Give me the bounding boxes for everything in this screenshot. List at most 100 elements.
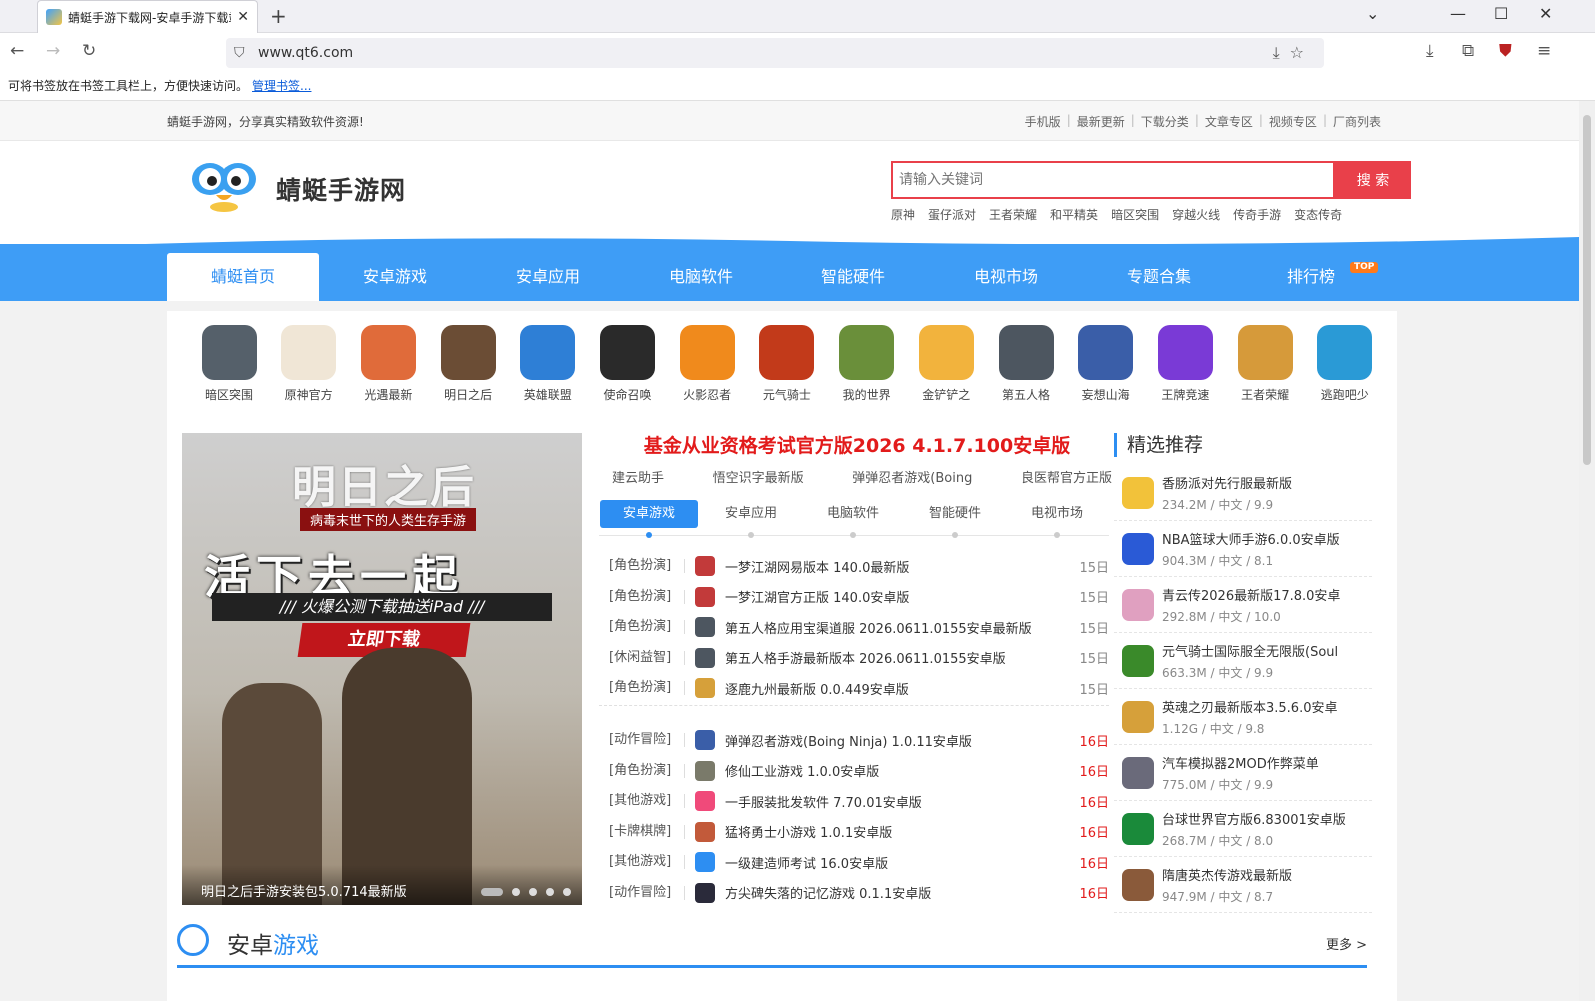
app-name[interactable]: 元气骑士 [747, 386, 827, 403]
app-name[interactable]: 使命召唤 [588, 386, 668, 403]
recommend-item-icon[interactable] [1122, 588, 1154, 621]
list-item-title[interactable]: 第五人格应用宝渠道服 2026.0611.0155安卓最新版 [725, 618, 1069, 637]
sub-link[interactable]: 建云助手 [612, 467, 664, 486]
nav-item-pc-software[interactable]: 电脑软件 [625, 253, 777, 301]
banner-caption[interactable]: 明日之后手游安装包5.0.714最新版 [201, 881, 407, 900]
list-item-title[interactable]: 一级建造师考试 16.0安卓版 [725, 853, 1069, 872]
tab-list-icon[interactable]: ⌄ [1366, 4, 1379, 23]
app-icon[interactable] [679, 325, 735, 380]
list-item-title[interactable]: 一梦江湖网易版本 140.0最新版 [725, 557, 1069, 576]
list-item[interactable]: [角色扮演] 一梦江湖官方正版 140.0安卓版 15日 [599, 582, 1109, 613]
hot-app-item[interactable]: 逃跑吧少 [1305, 325, 1385, 403]
tab-pc-software[interactable]: 电脑软件 [804, 500, 902, 528]
hot-app-item[interactable]: 王牌竞速 [1145, 325, 1225, 403]
recommend-item[interactable]: 元气骑士国际服全无限版(Soul 663.3M / 中文 / 9.9 [1114, 633, 1372, 689]
list-item-category[interactable]: [角色扮演] [599, 763, 685, 778]
recommend-item[interactable]: 隋唐英杰传游戏最新版 947.9M / 中文 / 8.7 [1114, 857, 1372, 913]
app-icon[interactable] [520, 325, 576, 380]
list-item-title[interactable]: 方尖碑失落的记忆游戏 0.1.1安卓版 [725, 883, 1069, 902]
list-item-category[interactable]: [角色扮演] [599, 620, 685, 635]
app-icon[interactable] [839, 325, 895, 380]
recommend-item-icon[interactable] [1122, 532, 1154, 565]
recommend-item-icon[interactable] [1122, 644, 1154, 677]
list-item-category[interactable]: [其他游戏] [599, 855, 685, 870]
hot-app-item[interactable]: 第五人格 [986, 325, 1066, 403]
new-tab-icon[interactable]: + [270, 4, 287, 28]
headline-link[interactable]: 基金从业资格考试官方版2026 4.1.7.100安卓版 [607, 431, 1107, 458]
app-name[interactable]: 王牌竞速 [1145, 386, 1225, 403]
logo-text[interactable]: 蜻蜓手游网 [276, 171, 406, 207]
tab-smart-hardware[interactable]: 智能硬件 [906, 500, 1004, 528]
recommend-item[interactable]: 汽车模拟器2MOD作弊菜单 775.0M / 中文 / 9.9 [1114, 745, 1372, 801]
list-item-title[interactable]: 第五人格手游最新版本 2026.0611.0155安卓版 [725, 648, 1069, 667]
recommend-item[interactable]: 台球世界官方版6.83001安卓版 268.7M / 中文 / 8.0 [1114, 801, 1372, 857]
recommend-item[interactable]: 青云传2026最新版17.8.0安卓 292.8M / 中文 / 10.0 [1114, 577, 1372, 633]
app-name[interactable]: 光遇最新 [348, 386, 428, 403]
nav-item-topics[interactable]: 专题合集 [1083, 253, 1235, 301]
hot-word-link[interactable]: 穿越火线 [1172, 206, 1220, 223]
nav-item-home[interactable]: 蜻蜓首页 [167, 253, 319, 301]
nav-item-ranking[interactable]: 排行榜 [1235, 253, 1387, 301]
top-link[interactable]: 文章专区 [1205, 113, 1253, 130]
app-icon[interactable] [998, 325, 1054, 380]
list-item-category[interactable]: [角色扮演] [599, 681, 685, 696]
hot-app-item[interactable]: 妄想山海 [1066, 325, 1146, 403]
recommend-item-name[interactable]: 英魂之刃最新版本3.5.6.0安卓 [1162, 697, 1372, 716]
recommend-item-icon[interactable] [1122, 756, 1154, 789]
recommend-item-name[interactable]: 青云传2026最新版17.8.0安卓 [1162, 585, 1372, 604]
recommend-item[interactable]: 香肠派对先行服最新版 234.2M / 中文 / 9.9 [1114, 465, 1372, 521]
menu-icon[interactable]: ≡ [1537, 41, 1551, 61]
recommend-item-name[interactable]: 香肠派对先行服最新版 [1162, 473, 1372, 492]
list-item[interactable]: [休闲益智] 第五人格手游最新版本 2026.0611.0155安卓版 15日 [599, 643, 1109, 674]
list-item[interactable]: [动作冒险] 方尖碑失落的记忆游戏 0.1.1安卓版 16日 [599, 878, 1109, 909]
extensions-icon[interactable]: ⧉ [1462, 41, 1474, 61]
minimize-icon[interactable]: — [1450, 4, 1466, 23]
carousel-dot[interactable] [512, 888, 520, 896]
app-icon[interactable] [1157, 325, 1213, 380]
list-item-category[interactable]: [其他游戏] [599, 794, 685, 809]
sub-link[interactable]: 悟空识字最新版 [713, 467, 804, 486]
app-name[interactable]: 英雄联盟 [508, 386, 588, 403]
list-item[interactable]: [卡牌棋牌] 猛将勇士小游戏 1.0.1安卓版 16日 [599, 817, 1109, 848]
hot-word-link[interactable]: 变态传奇 [1294, 206, 1342, 223]
hot-app-item[interactable]: 元气骑士 [747, 325, 827, 403]
app-icon[interactable] [1317, 325, 1373, 380]
downloads-icon[interactable]: ⤓ [1426, 41, 1434, 61]
hot-app-item[interactable]: 金铲铲之 [906, 325, 986, 403]
sub-link[interactable]: 良医帮官方正版 [1021, 467, 1112, 486]
hot-app-item[interactable]: 暗区突围 [189, 325, 269, 403]
app-icon[interactable] [600, 325, 655, 380]
app-name[interactable]: 逃跑吧少 [1305, 386, 1385, 403]
list-item-category[interactable]: [角色扮演] [599, 589, 685, 604]
browser-tab[interactable]: 蜻蜓手游下载网-安卓手游下载站 ✕ [37, 0, 258, 33]
list-item-title[interactable]: 猛将勇士小游戏 1.0.1安卓版 [725, 822, 1069, 841]
hot-app-item[interactable]: 原神官方 [269, 325, 349, 403]
recommend-item-icon[interactable] [1122, 812, 1154, 845]
recommend-item-name[interactable]: 隋唐英杰传游戏最新版 [1162, 865, 1372, 884]
app-name[interactable]: 第五人格 [986, 386, 1066, 403]
top-link[interactable]: 手机版 [1025, 113, 1061, 130]
url-text[interactable]: www.qt6.com [258, 45, 353, 61]
app-icon[interactable] [759, 325, 815, 380]
list-item-category[interactable]: [角色扮演] [599, 559, 685, 574]
hot-word-link[interactable]: 蛋仔派对 [928, 206, 976, 223]
app-name[interactable]: 王者荣耀 [1225, 386, 1305, 403]
top-link[interactable]: 下载分类 [1141, 113, 1189, 130]
recommend-item-icon[interactable] [1122, 476, 1154, 509]
app-name[interactable]: 金铲铲之 [906, 386, 986, 403]
hot-word-link[interactable]: 暗区突围 [1111, 206, 1159, 223]
app-name[interactable]: 原神官方 [269, 386, 349, 403]
nav-item-android-games[interactable]: 安卓游戏 [319, 253, 471, 301]
recommend-item-name[interactable]: 元气骑士国际服全无限版(Soul [1162, 641, 1372, 660]
list-item-category[interactable]: [卡牌棋牌] [599, 824, 685, 839]
dragonfly-logo-icon[interactable] [188, 159, 260, 213]
manage-bookmarks-link[interactable]: 管理书签... [252, 77, 311, 94]
tab-android-apps[interactable]: 安卓应用 [702, 500, 800, 528]
top-link[interactable]: 视频专区 [1269, 113, 1317, 130]
search-button[interactable]: 搜 索 [1335, 161, 1411, 199]
featured-banner[interactable]: 明日之后 病毒末世下的人类生存手游 活下去一起 /// 火爆公测下载抽送iPad… [182, 433, 582, 905]
list-item[interactable]: [动作冒险] 弹弹忍者游戏(Boing Ninja) 1.0.11安卓版 16日 [599, 725, 1109, 756]
list-item-category[interactable]: [休闲益智] [599, 650, 685, 665]
recommend-item-name[interactable]: 台球世界官方版6.83001安卓版 [1162, 809, 1372, 828]
hot-word-link[interactable]: 王者荣耀 [989, 206, 1037, 223]
